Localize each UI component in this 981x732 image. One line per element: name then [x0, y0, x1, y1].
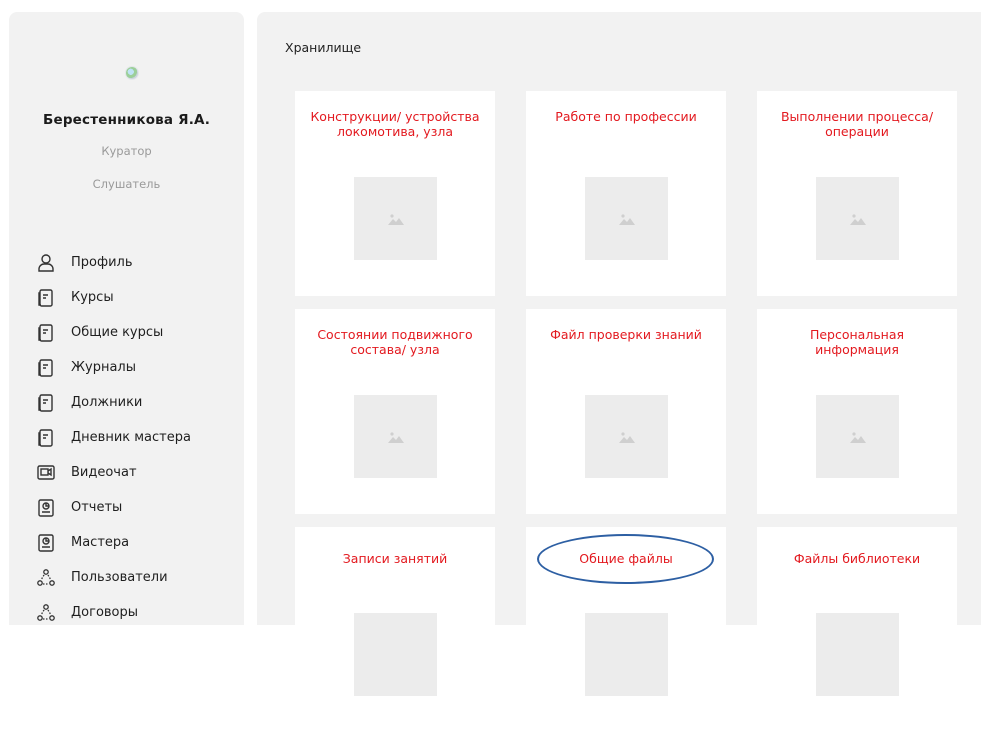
document-icon [35, 287, 57, 309]
menu-item-label: Дневник мастера [71, 430, 191, 445]
card-title: Записи занятий [342, 551, 448, 566]
storage-card-personal-info[interactable]: Персональная информация [757, 309, 957, 514]
image-placeholder-icon [816, 395, 899, 478]
document-icon [35, 322, 57, 344]
card-title: Работе по профессии [555, 109, 697, 124]
storage-card-knowledge-test-file[interactable]: Файл проверки знаний [526, 309, 726, 514]
image-placeholder-icon [816, 177, 899, 260]
menu-item-label: Видеочат [71, 465, 137, 480]
storage-card-rolling-stock-condition[interactable]: Состоянии подвижного состава/ узла [295, 309, 495, 514]
image-placeholder-icon [354, 613, 437, 696]
card-title: Файл проверки знаний [550, 327, 702, 342]
menu-item-label: Пользователи [71, 570, 168, 585]
card-title: Персональная информация [809, 327, 905, 357]
card-title: Файлы библиотеки [793, 551, 921, 566]
menu-item-masters[interactable]: Мастера [35, 525, 191, 560]
image-placeholder-icon [585, 177, 668, 260]
users-icon [35, 567, 57, 589]
document-icon [35, 427, 57, 449]
report-icon [35, 532, 57, 554]
role-curator: Куратор [101, 144, 152, 158]
menu-item-master-diary[interactable]: Дневник мастера [35, 420, 191, 455]
storage-panel: Хранилище Конструкции/ устройства локомо… [257, 12, 981, 732]
menu-item-label: Договоры [71, 605, 139, 620]
menu-item-general-courses[interactable]: Общие курсы [35, 315, 191, 350]
role-listener: Слушатель [92, 177, 161, 191]
image-placeholder-icon [354, 395, 437, 478]
avatar[interactable] [126, 67, 138, 79]
user-icon [35, 252, 57, 274]
menu-item-journals[interactable]: Журналы [35, 350, 191, 385]
sidebar: Берестенникова Я.А. Куратор Слушатель Пр… [9, 12, 244, 625]
storage-card-class-recordings[interactable]: Записи занятий [295, 527, 495, 732]
menu-item-users[interactable]: Пользователи [35, 560, 191, 595]
image-placeholder-icon [585, 613, 668, 696]
menu-item-videochat[interactable]: Видеочат [35, 455, 191, 490]
document-icon [35, 392, 57, 414]
menu-item-label: Журналы [71, 360, 136, 375]
user-name: Берестенникова Я.А. [42, 112, 211, 128]
storage-card-library-files[interactable]: Файлы библиотеки [757, 527, 957, 732]
menu-item-profile[interactable]: Профиль [35, 245, 191, 280]
menu-item-label: Мастера [71, 535, 130, 550]
storage-card-profession-work[interactable]: Работе по профессии [526, 91, 726, 296]
storage-card-process-execution[interactable]: Выполнении процесса/операции [757, 91, 957, 296]
card-title: Выполнении процесса/операции [780, 109, 934, 139]
menu-item-reports[interactable]: Отчеты [35, 490, 191, 525]
sidebar-menu: Профиль Курсы Общие курсы Журналы Должни… [35, 245, 191, 630]
users-icon [35, 602, 57, 624]
page-title: Хранилище [285, 40, 362, 55]
menu-item-debtors[interactable]: Должники [35, 385, 191, 420]
menu-item-label: Общие курсы [71, 325, 164, 340]
image-placeholder-icon [585, 395, 668, 478]
menu-item-label: Курсы [71, 290, 114, 305]
video-icon [35, 462, 57, 484]
card-title: Состоянии подвижного состава/ узла [317, 327, 473, 357]
document-icon [35, 357, 57, 379]
storage-card-shared-files[interactable]: Общие файлы [526, 527, 726, 732]
card-title: Общие файлы [579, 551, 673, 566]
card-title: Конструкции/ устройства локомотива, узла [310, 109, 480, 139]
menu-item-label: Профиль [71, 255, 133, 270]
menu-item-label: Должники [71, 395, 143, 410]
image-placeholder-icon [816, 613, 899, 696]
storage-card-locomotive-design[interactable]: Конструкции/ устройства локомотива, узла [295, 91, 495, 296]
menu-item-courses[interactable]: Курсы [35, 280, 191, 315]
report-icon [35, 497, 57, 519]
menu-item-label: Отчеты [71, 500, 123, 515]
image-placeholder-icon [354, 177, 437, 260]
